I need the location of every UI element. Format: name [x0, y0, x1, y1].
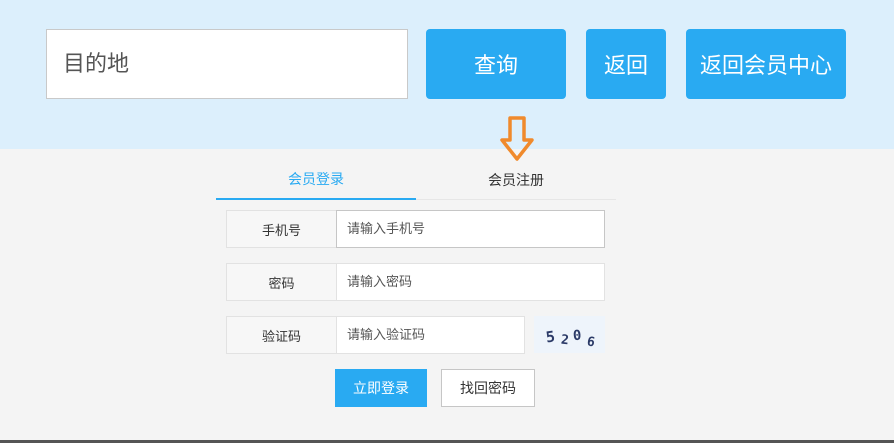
- captcha-char: 0: [572, 328, 582, 345]
- password-label: 密码: [226, 263, 336, 301]
- password-input[interactable]: [336, 263, 605, 301]
- down-arrow-icon: [500, 116, 534, 161]
- captcha-char: 6: [586, 334, 596, 350]
- captcha-char: 5: [545, 327, 556, 346]
- verification-code-input[interactable]: [336, 316, 525, 354]
- member-center-button[interactable]: 返回会员中心: [686, 29, 846, 99]
- tab-member-login[interactable]: 会员登录: [216, 160, 416, 200]
- captcha-image[interactable]: 5 2 0 6: [534, 316, 605, 353]
- forgot-password-button[interactable]: 找回密码: [441, 369, 535, 407]
- phone-label: 手机号: [226, 210, 336, 248]
- tab-member-register[interactable]: 会员注册: [416, 160, 616, 200]
- captcha-char: 2: [560, 333, 569, 349]
- phone-input[interactable]: [336, 210, 605, 248]
- query-button[interactable]: 查询: [426, 29, 566, 99]
- back-button[interactable]: 返回: [586, 29, 666, 99]
- destination-input[interactable]: [46, 29, 408, 99]
- login-button[interactable]: 立即登录: [335, 369, 427, 407]
- login-tabs: 会员登录 会员注册: [216, 160, 616, 200]
- verification-code-label: 验证码: [226, 316, 336, 354]
